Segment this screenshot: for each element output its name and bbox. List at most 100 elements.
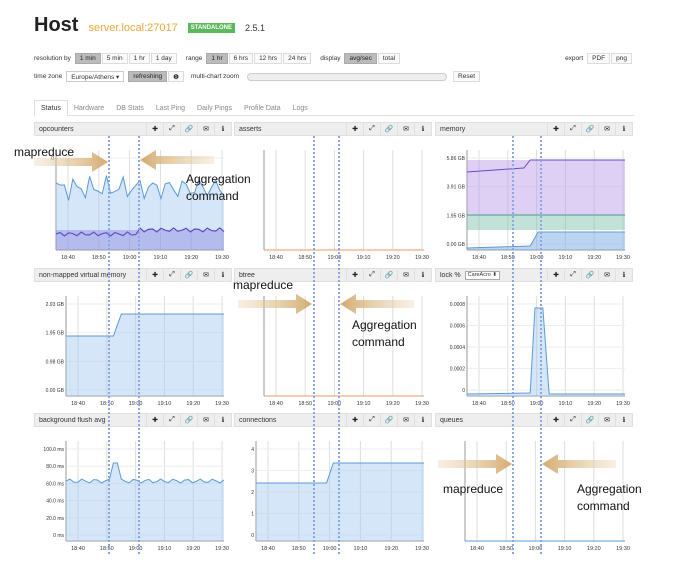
x-tick-label: 19:10 xyxy=(158,546,172,552)
tab-daily-pings[interactable]: Daily Pings xyxy=(191,100,238,116)
export-png-button[interactable]: png xyxy=(611,53,632,64)
plus-icon[interactable]: ✚ xyxy=(346,122,363,136)
info-icon[interactable]: ℹ xyxy=(615,122,632,136)
resolution-1hr-button[interactable]: 1 hr xyxy=(128,53,150,64)
email-icon[interactable]: ✉ xyxy=(197,413,214,427)
range-1hr-button[interactable]: 1 hr xyxy=(206,53,228,64)
link-icon[interactable]: 🔗 xyxy=(581,413,598,427)
email-icon[interactable]: ✉ xyxy=(397,413,414,427)
info-icon[interactable]: ❶ xyxy=(168,71,184,82)
tab-db-stats[interactable]: DB Stats xyxy=(110,100,150,116)
chart-controls-row: resolution by 1 min 5 min 1 hr 1 day ran… xyxy=(34,53,401,64)
plus-icon[interactable]: ✚ xyxy=(146,122,163,136)
info-icon[interactable]: ℹ xyxy=(214,413,231,427)
host-header: Host server.local:27017 STANDALONE 2.5.1 xyxy=(34,14,265,37)
lock-db-select[interactable]: CareAcro ⬍ xyxy=(464,270,500,280)
zoom-slider[interactable] xyxy=(247,72,448,81)
display-total-button[interactable]: total xyxy=(377,53,401,64)
resolution-1min-button[interactable]: 1 min xyxy=(74,53,101,64)
resolution-label: resolution by xyxy=(34,55,71,62)
x-tick-label: 19:30 xyxy=(616,546,630,552)
email-icon[interactable]: ✉ xyxy=(598,122,615,136)
plus-icon[interactable]: ✚ xyxy=(346,413,363,427)
timezone-select[interactable]: Europe/Athens ▾ xyxy=(66,71,125,82)
expand-icon[interactable]: ⤢ xyxy=(564,268,581,282)
expand-icon[interactable]: ⤢ xyxy=(564,122,581,136)
y-tick-label: 4 xyxy=(251,447,254,453)
display-label: display xyxy=(320,55,341,62)
link-icon[interactable]: 🔗 xyxy=(180,122,197,136)
plus-icon[interactable]: ✚ xyxy=(146,413,163,427)
link-icon[interactable]: 🔗 xyxy=(581,122,598,136)
reset-button[interactable]: Reset xyxy=(453,71,481,82)
chart-area: 18:40 18:50 19:00 19:10 19:20 19:30 100.0 ms 80… xyxy=(43,441,229,552)
info-icon[interactable]: ℹ xyxy=(615,268,632,282)
annotation-aggregation-line2: command xyxy=(577,499,630,513)
panel-header: background flush avg ✚ ⤢ 🔗 ✉ ℹ xyxy=(34,413,232,427)
expand-icon[interactable]: ⤢ xyxy=(363,413,380,427)
resolution-1day-button[interactable]: 1 day xyxy=(150,53,177,64)
plus-icon[interactable]: ✚ xyxy=(547,122,564,136)
info-icon[interactable]: ℹ xyxy=(414,122,431,136)
annotation-aggregation: Aggregation command xyxy=(352,317,417,351)
range-12hrs-button[interactable]: 12 hrs xyxy=(254,53,283,64)
info-icon[interactable]: ℹ xyxy=(615,413,632,427)
export-label: export xyxy=(565,55,584,62)
info-icon[interactable]: ℹ xyxy=(414,413,431,427)
export-pdf-button[interactable]: PDF xyxy=(587,53,611,64)
x-tick-label: 18:40 xyxy=(269,401,283,407)
x-tick-label: 19:20 xyxy=(587,255,601,261)
range-24hrs-button[interactable]: 24 hrs xyxy=(283,53,312,64)
email-icon[interactable]: ✉ xyxy=(598,413,615,427)
email-icon[interactable]: ✉ xyxy=(197,122,214,136)
panel-title: background flush avg xyxy=(39,416,106,424)
range-6hrs-button[interactable]: 6 hrs xyxy=(228,53,254,64)
link-icon[interactable]: 🔗 xyxy=(581,268,598,282)
resolution-5min-button[interactable]: 5 min xyxy=(101,53,128,64)
info-icon[interactable]: ℹ xyxy=(214,122,231,136)
tab-profile-data[interactable]: Profile Data xyxy=(238,100,287,116)
email-icon[interactable]: ✉ xyxy=(397,122,414,136)
expand-icon[interactable]: ⤢ xyxy=(363,122,380,136)
link-icon[interactable]: 🔗 xyxy=(380,268,397,282)
plus-icon[interactable]: ✚ xyxy=(547,268,564,282)
annotation-aggregation: Aggregation command xyxy=(186,171,251,205)
tab-status[interactable]: Status xyxy=(34,100,68,116)
display-avgsec-button[interactable]: avg/sec xyxy=(344,53,377,64)
x-tick-label: 19:30 xyxy=(215,255,229,261)
plus-icon[interactable]: ✚ xyxy=(547,413,564,427)
expand-icon[interactable]: ⤢ xyxy=(363,268,380,282)
tab-last-ping[interactable]: Last Ping xyxy=(150,100,191,116)
plus-icon[interactable]: ✚ xyxy=(346,268,363,282)
y-tick-label: 60.0 ms xyxy=(46,481,64,487)
plus-icon[interactable]: ✚ xyxy=(146,268,163,282)
y-tick-label: 2.93 GB xyxy=(46,302,65,308)
link-icon[interactable]: 🔗 xyxy=(380,122,397,136)
link-icon[interactable]: 🔗 xyxy=(380,413,397,427)
x-tick-label: 19:10 xyxy=(154,255,168,261)
info-icon[interactable]: ℹ xyxy=(414,268,431,282)
x-tick-label: 18:50 xyxy=(100,546,114,552)
refreshing-button[interactable]: refreshing xyxy=(128,71,168,82)
expand-icon[interactable]: ⤢ xyxy=(163,122,180,136)
expand-icon[interactable]: ⤢ xyxy=(163,268,180,282)
expand-icon[interactable]: ⤢ xyxy=(564,413,581,427)
email-icon[interactable]: ✉ xyxy=(397,268,414,282)
tab-logs[interactable]: Logs xyxy=(287,100,314,116)
x-tick-label: 19:30 xyxy=(215,546,229,552)
panel-header: lock % CareAcro ⬍ ✚ ⤢ 🔗 ✉ ℹ xyxy=(435,268,633,282)
email-icon[interactable]: ✉ xyxy=(197,268,214,282)
y-tick-label: 0.00 GB xyxy=(447,242,466,248)
info-icon[interactable]: ℹ xyxy=(214,268,231,282)
link-icon[interactable]: 🔗 xyxy=(180,268,197,282)
link-icon[interactable]: 🔗 xyxy=(180,413,197,427)
chart-panel-memory: memory ✚ ⤢ 🔗 ✉ ℹ 18:40 18:50 19:00 19:10 19:20 19:3… xyxy=(435,122,633,264)
tab-hardware[interactable]: Hardware xyxy=(68,100,110,116)
y-tick-label: 0.98 GB xyxy=(46,359,65,365)
y-tick-label: 100.0 ms xyxy=(43,447,64,453)
annotation-aggregation-line1: Aggregation xyxy=(577,482,642,496)
x-tick-label: 19:20 xyxy=(587,401,601,407)
expand-icon[interactable]: ⤢ xyxy=(163,413,180,427)
x-tick-label: 19:10 xyxy=(158,401,172,407)
email-icon[interactable]: ✉ xyxy=(598,268,615,282)
